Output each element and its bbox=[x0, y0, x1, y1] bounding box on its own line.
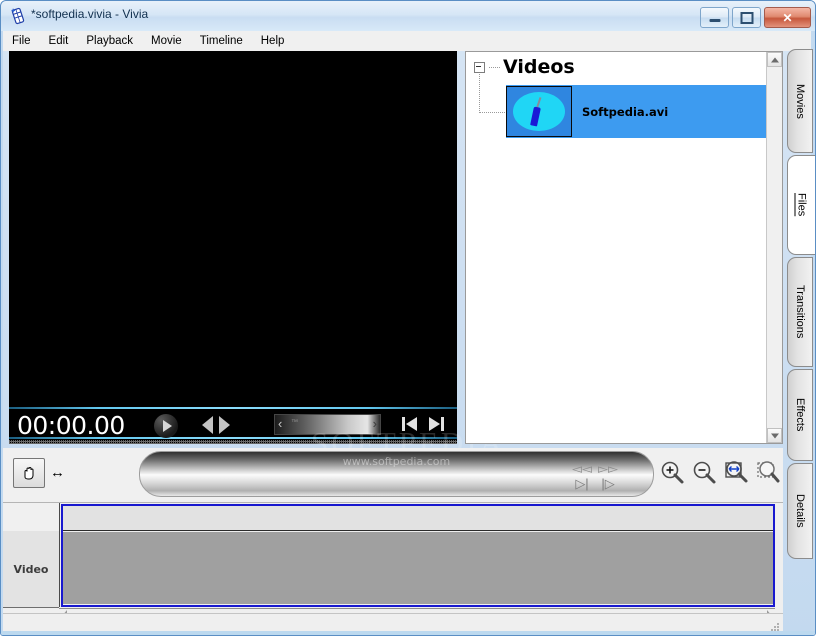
seek-slider[interactable]: ‹ ™ › bbox=[274, 414, 381, 435]
zoom-button-group bbox=[659, 459, 781, 485]
scroll-down-arrow[interactable] bbox=[767, 428, 782, 443]
tab-movies-label: Movies bbox=[794, 83, 806, 119]
track-header-video[interactable]: Video bbox=[3, 531, 59, 608]
jump-to-end-button[interactable] bbox=[427, 415, 445, 433]
timeline-scrubber[interactable]: www.softpedia.com ◅◅ ▻▻ ▷| |▷ bbox=[139, 451, 654, 497]
scroll-up-icon bbox=[770, 57, 779, 62]
application-window: *softpedia.vivia - Vivia ✕ File Edit Pla… bbox=[0, 0, 816, 636]
tree-elbow-connector bbox=[479, 74, 505, 113]
window-controls: ✕ bbox=[700, 7, 811, 28]
tab-transitions[interactable]: Transitions bbox=[787, 257, 813, 367]
title-bar: *softpedia.vivia - Vivia ✕ bbox=[1, 1, 815, 31]
scroll-up-arrow[interactable] bbox=[767, 52, 782, 67]
video-clip-thumbnail bbox=[506, 86, 572, 137]
timecode-display: 00:00.00 bbox=[17, 411, 125, 440]
side-tab-strip: Movies Files Transitions Effects Details bbox=[785, 49, 815, 559]
menu-item-edit[interactable]: Edit bbox=[40, 33, 78, 49]
file-name-label: Softpedia.avi bbox=[582, 104, 669, 119]
tab-files[interactable]: Files bbox=[787, 155, 815, 255]
tab-effects[interactable]: Effects bbox=[787, 369, 813, 461]
tree-connector bbox=[489, 66, 500, 69]
timeline-area: Video bbox=[3, 502, 783, 619]
tab-details-label: Details bbox=[794, 494, 806, 528]
files-panel: Videos Softpedia.avi bbox=[465, 51, 783, 444]
track-header-column: Video bbox=[3, 503, 60, 608]
files-panel-scrollbar[interactable] bbox=[766, 52, 782, 443]
tab-files-label: Files bbox=[795, 193, 808, 217]
mark-in-icon[interactable]: ▷| bbox=[575, 477, 588, 490]
resize-tool-icon[interactable]: ↔ bbox=[50, 465, 65, 480]
jump-to-start-button[interactable] bbox=[401, 415, 419, 433]
minimize-button[interactable] bbox=[700, 7, 729, 28]
menu-item-playback[interactable]: Playback bbox=[77, 33, 142, 49]
maximize-glyph bbox=[740, 11, 753, 24]
player-transport-bar: 00:00.00 ‹ ™ › bbox=[9, 406, 457, 444]
zoom-in-button[interactable] bbox=[659, 459, 685, 485]
close-icon: ✕ bbox=[782, 10, 793, 25]
scrubber-controls: ◅◅ ▻▻ ▷| |▷ bbox=[569, 461, 621, 491]
menu-item-timeline[interactable]: Timeline bbox=[191, 33, 252, 49]
menu-item-help[interactable]: Help bbox=[252, 33, 294, 49]
tab-movies[interactable]: Movies bbox=[787, 49, 813, 153]
video-canvas bbox=[9, 51, 457, 444]
seek-tm-mark: ™ bbox=[291, 419, 298, 426]
collapse-icon[interactable] bbox=[474, 62, 485, 73]
menu-bar: File Edit Playback Movie Timeline Help bbox=[3, 31, 815, 51]
list-item[interactable]: Softpedia.avi bbox=[506, 85, 774, 138]
zoom-fit-button[interactable] bbox=[723, 459, 749, 485]
seek-right-arrow-icon: › bbox=[372, 416, 377, 431]
play-button[interactable] bbox=[154, 414, 178, 438]
tab-transitions-label: Transitions bbox=[794, 285, 806, 339]
scroll-down-icon bbox=[770, 433, 779, 438]
transport-top-accent bbox=[9, 407, 457, 409]
zoom-selection-button[interactable] bbox=[755, 459, 781, 485]
maximize-button[interactable] bbox=[732, 7, 761, 28]
window-title: *softpedia.vivia - Vivia bbox=[31, 7, 149, 21]
hand-tool-button[interactable] bbox=[13, 458, 45, 488]
fast-forward-icon[interactable]: ▻▻ bbox=[598, 462, 618, 475]
scrubber-watermark: www.softpedia.com bbox=[342, 455, 451, 468]
transport-texture bbox=[9, 440, 457, 444]
close-button[interactable]: ✕ bbox=[764, 7, 811, 28]
minimize-glyph bbox=[709, 19, 720, 23]
seek-left-arrow-icon: ‹ bbox=[278, 416, 283, 431]
tab-details[interactable]: Details bbox=[787, 463, 813, 559]
step-forward-button[interactable] bbox=[219, 416, 230, 434]
video-preview[interactable] bbox=[9, 51, 457, 444]
window-bottom-edge bbox=[1, 631, 815, 635]
tab-effects-label: Effects bbox=[794, 398, 806, 432]
hand-icon bbox=[24, 467, 34, 480]
mark-out-icon[interactable]: |▷ bbox=[601, 477, 614, 490]
ruler-header-cell bbox=[3, 503, 59, 532]
zoom-out-button[interactable] bbox=[691, 459, 717, 485]
track-label-video: Video bbox=[13, 562, 49, 576]
film-strip-icon bbox=[11, 7, 25, 25]
timeline-selection-outline bbox=[61, 504, 775, 607]
rewind-icon[interactable]: ◅◅ bbox=[572, 462, 592, 475]
menu-item-file[interactable]: File bbox=[3, 33, 40, 49]
step-backward-button[interactable] bbox=[202, 416, 213, 434]
tree-root-label: Videos bbox=[503, 56, 575, 78]
menu-item-movie[interactable]: Movie bbox=[142, 33, 191, 49]
